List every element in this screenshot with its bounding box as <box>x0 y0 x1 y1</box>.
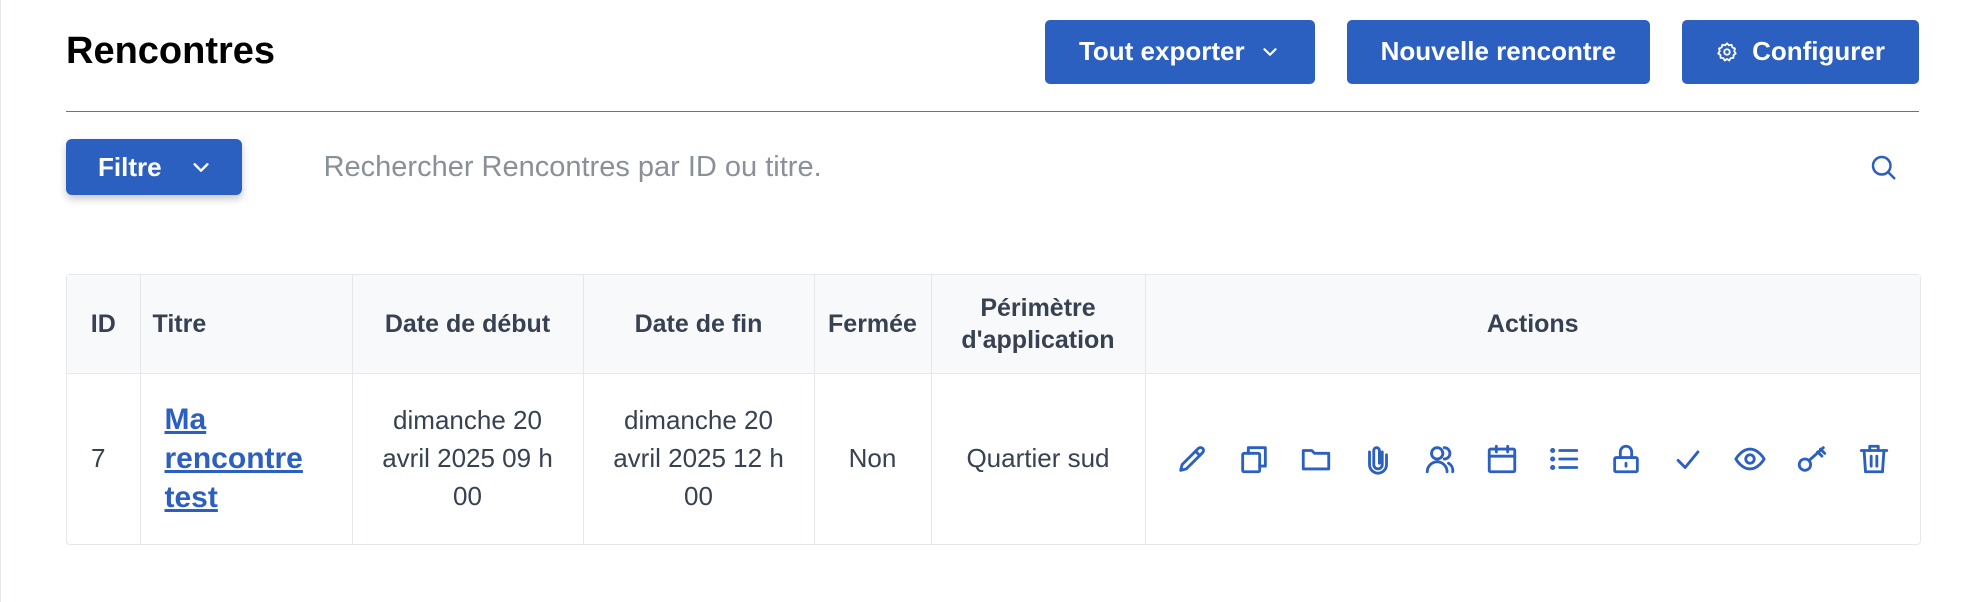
close-meeting-button[interactable] <box>1608 441 1644 477</box>
trash-icon <box>1859 444 1888 474</box>
new-meeting-button[interactable]: Nouvelle rencontre <box>1346 19 1651 84</box>
meeting-title-link[interactable]: Ma rencontre test <box>165 400 315 517</box>
configure-label: Configurer <box>1752 36 1885 66</box>
duplicate-button[interactable] <box>1236 441 1272 477</box>
cell-title: Ma rencontre test <box>140 373 353 544</box>
export-all-button[interactable]: Tout exporter <box>1044 19 1315 84</box>
column-header-title[interactable]: Titre <box>140 275 353 374</box>
copy-icon <box>1241 446 1267 474</box>
page-title: Rencontres <box>66 30 276 72</box>
gear-icon <box>1717 41 1737 61</box>
header-actions: Tout exporter Nouvelle rencontre Configu… <box>1044 19 1919 84</box>
participants-button[interactable] <box>1422 441 1458 477</box>
users-icon <box>1425 446 1454 474</box>
search-input[interactable] <box>321 138 1859 196</box>
validate-button[interactable] <box>1670 441 1706 477</box>
search-button[interactable] <box>1859 143 1907 191</box>
page-header: Rencontres Tout exporter Nouvelle rencon… <box>66 0 1919 112</box>
calendar-button[interactable] <box>1484 441 1520 477</box>
eye-icon <box>1734 447 1766 471</box>
filter-label: Filtre <box>98 151 162 182</box>
cell-actions <box>1145 374 1920 545</box>
edit-button[interactable] <box>1174 441 1210 477</box>
column-header-closed[interactable]: Fermée <box>814 275 932 374</box>
list-icon <box>1549 447 1578 471</box>
cell-closed: Non <box>814 373 932 544</box>
column-header-scope-line2: d'application <box>961 326 1115 354</box>
left-edge-divider <box>0 0 1 602</box>
permissions-button[interactable] <box>1794 441 1830 477</box>
chevron-down-icon <box>192 163 209 172</box>
chevron-down-icon <box>1262 47 1277 56</box>
configure-button[interactable]: Configurer <box>1682 19 1919 84</box>
search-icon <box>1871 155 1896 180</box>
lock-icon <box>1613 444 1639 474</box>
column-header-start-date[interactable]: Date de début <box>352 275 584 374</box>
calendar-icon <box>1487 444 1516 474</box>
folder-button[interactable] <box>1298 441 1334 477</box>
row-actions <box>1164 441 1903 477</box>
agenda-button[interactable] <box>1546 441 1582 477</box>
folder-icon <box>1301 449 1330 471</box>
check-icon <box>1676 450 1700 469</box>
cell-scope: Quartier sud <box>931 373 1146 544</box>
attachments-button[interactable] <box>1360 441 1396 477</box>
column-header-id[interactable]: ID <box>67 275 141 374</box>
export-all-label: Tout exporter <box>1078 36 1245 66</box>
cell-id: 7 <box>67 373 141 544</box>
column-header-actions: Actions <box>1145 275 1920 374</box>
column-header-scope[interactable]: Périmètre d'application <box>931 275 1146 374</box>
paperclip-icon <box>1367 446 1388 475</box>
filter-toolbar: Filtre <box>66 112 1919 222</box>
view-button[interactable] <box>1732 441 1768 477</box>
column-header-scope-line1: Périmètre <box>980 293 1096 322</box>
meetings-table: ID Titre Date de début Date de fin Fermé… <box>66 274 1921 545</box>
cell-start-date: dimanche 20 avril 2025 09 h 00 <box>352 373 584 544</box>
cell-end-date: dimanche 20 avril 2025 12 h 00 <box>583 373 815 544</box>
key-icon <box>1797 446 1826 472</box>
delete-button[interactable] <box>1856 441 1892 477</box>
column-header-end-date[interactable]: Date de fin <box>583 275 815 374</box>
new-meeting-label: Nouvelle rencontre <box>1380 36 1617 66</box>
table-header-row: ID Titre Date de début Date de fin Fermé… <box>67 275 1920 374</box>
table-row: 7 Ma rencontre test dimanche 20 avril 20… <box>67 373 1920 545</box>
filter-button[interactable]: Filtre <box>66 139 242 195</box>
page: Rencontres Tout exporter Nouvelle rencon… <box>0 0 1974 602</box>
pencil-icon <box>1179 446 1205 472</box>
